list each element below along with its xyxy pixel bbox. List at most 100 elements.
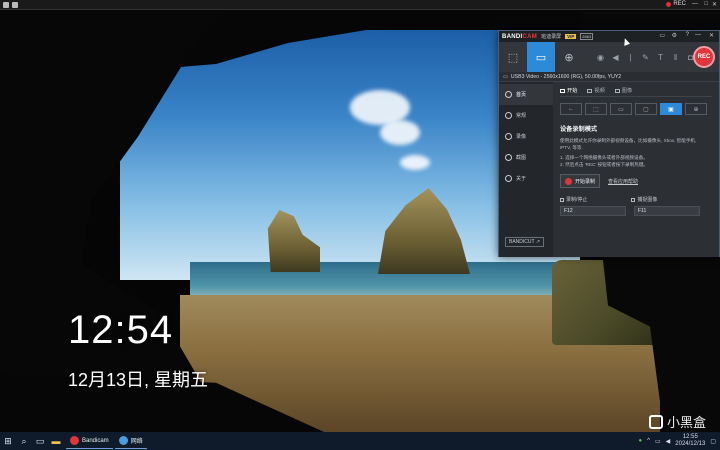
minimize-button[interactable]: — [692, 1, 698, 7]
webcam-button[interactable]: ◉ [593, 42, 608, 72]
taskbar: ⊞ ⌕ ▭ ▬ Bandicam 网络 ● ^ ▭ ◀ 12:55 2024/1… [0, 432, 720, 450]
microphone-icon: | [629, 52, 632, 62]
task-view-button[interactable]: ▭ [32, 432, 48, 450]
rec-indicator-label: REC [673, 1, 686, 7]
step-item: 2. 然后点击 'REC' 按钮或者按下录制热键。 [560, 162, 649, 167]
text-button[interactable]: T [653, 42, 668, 72]
bandicam-window: BANDICAM 班迪录屏 VIP 6963 ▭ ⚙ ? — ✕ ⬚ ▭ ⊕ ◉… [498, 30, 720, 257]
webcam-icon: ◉ [597, 52, 604, 62]
game-mode-button[interactable]: ⊕ [555, 42, 583, 72]
device-icon: ▭ [535, 51, 547, 64]
cloud [380, 120, 420, 145]
bandicam-titlebar[interactable]: BANDICAM 班迪录屏 VIP 6963 ▭ ⚙ ? — ✕ [499, 31, 719, 42]
device-info-bar[interactable]: ▭ USB3 Video - 2560x1600 (RG), 50.00fps,… [499, 72, 719, 82]
sidebar-item-general[interactable]: 常规 [499, 105, 553, 126]
tab-image[interactable]: 图像 [614, 87, 633, 94]
device-icon: ▣ [668, 106, 674, 113]
system-tray: ● ^ ▭ ◀ 12:55 2024/12/13 ▢ [639, 432, 716, 450]
help-link[interactable]: 查看应用帮助 [608, 178, 638, 185]
mode-device-button[interactable]: ▣ [660, 103, 682, 115]
hotkey-capture-checkbox[interactable]: 捕捉图像 [631, 196, 657, 203]
rec-dot-icon [666, 1, 672, 7]
device-info-text: USB3 Video - 2560x1600 (RG), 50.00fps, Y… [510, 73, 622, 80]
gamepad-icon: ⊕ [564, 51, 574, 64]
gear-icon[interactable]: ⚙ [672, 32, 677, 39]
shield-icon[interactable]: ● [639, 438, 643, 444]
hotkey-record-field[interactable]: F12 [560, 206, 626, 216]
checkbox-icon [631, 197, 636, 202]
mode-window-button[interactable]: ▢ [635, 103, 657, 115]
bandicam-close-button[interactable]: ✕ [709, 32, 714, 39]
close-button[interactable]: ✕ [712, 1, 717, 8]
speaker-button[interactable]: ◀ [608, 42, 623, 72]
bandicam-minimize-button[interactable]: — [695, 32, 701, 38]
help-icon[interactable]: ? [686, 32, 689, 38]
start-recording-label: 开始录制 [575, 178, 596, 185]
mode-back-button[interactable]: ← [560, 103, 582, 115]
tab-label: 图像 [621, 88, 633, 94]
rec-button[interactable]: REC [693, 46, 715, 68]
bandicam-logo: BANDICAM [502, 33, 538, 40]
draw-button[interactable]: ✎ [638, 42, 653, 72]
rectangle-select-icon: ⬚ [593, 106, 599, 113]
lock-clock: 12:54 [68, 308, 174, 352]
checkbox-icon [560, 197, 564, 202]
start-button[interactable]: ⊞ [0, 432, 16, 450]
hotkey-labels: 录制/停止 捕捉图像 [560, 196, 712, 203]
gamepad-icon: ⊕ [693, 106, 699, 113]
hotkey-record-checkbox[interactable]: 录制/停止 [560, 196, 587, 203]
hotkey-capture-field[interactable]: F11 [634, 206, 700, 216]
sidebar-item-label: 关于 [516, 176, 527, 182]
xiaoheihe-logo-icon [648, 414, 663, 429]
tab-label: 视频 [594, 88, 605, 94]
taskbar-app-network[interactable]: 网络 [114, 433, 147, 449]
screen-mode-button[interactable]: ⬚ [499, 42, 527, 72]
network-icon[interactable]: ▭ [655, 438, 661, 445]
video-tab-icon [587, 88, 593, 93]
maximize-button[interactable]: □ [704, 1, 708, 7]
volume-icon[interactable]: ◀ [666, 438, 671, 445]
folder-icon[interactable]: ▭ [659, 32, 665, 39]
sidebar-item-image[interactable]: 截图 [499, 147, 553, 168]
sidebar-item-label: 录像 [516, 134, 527, 140]
bandicam-main-panel: 开始 视频 图像 ← ⬚ ▭ ▢ ▣ ⊕ 设备录制模式 使用此模式允许你录制外部… [553, 82, 719, 257]
pause-icon: ‖ [673, 52, 678, 62]
window-select-icon: ▢ [643, 106, 649, 113]
arrow-left-icon: ← [568, 106, 574, 112]
notification-icon[interactable]: ▢ [710, 438, 716, 445]
hotkey-record-label: 录制/停止 [566, 197, 588, 203]
taskbar-clock[interactable]: 12:55 2024/12/13 [675, 434, 705, 448]
step-item: 1. 选择一个网络摄像头或者外部视频设备。 [560, 155, 648, 160]
video-icon [505, 133, 512, 140]
hotkey-fields: F12 F11 [560, 206, 712, 216]
tab-label: 开始 [567, 88, 578, 94]
lock-date: 12月13日, 星期五 [68, 370, 209, 390]
mic-button[interactable]: | [623, 42, 638, 72]
image-tab-icon [614, 88, 620, 93]
action-row: 开始录制 查看应用帮助 [560, 174, 712, 188]
task-view-icon: ▭ [35, 435, 45, 446]
mode-rect-button[interactable]: ⬚ [585, 103, 607, 115]
mode-fullscreen-button[interactable]: ▭ [610, 103, 632, 115]
tab-video[interactable]: 视频 [587, 87, 605, 94]
settings-icon[interactable] [12, 1, 18, 8]
device-mode-button[interactable]: ▭ [527, 42, 555, 72]
sidebar-item-home[interactable]: 首页 [499, 84, 553, 105]
image-icon [505, 154, 512, 161]
pause-button[interactable]: ‖ [668, 42, 683, 72]
bandicam-subtitle: 班迪录屏 [541, 34, 562, 40]
file-explorer-button[interactable]: ▬ [48, 432, 64, 450]
chevron-up-icon[interactable]: ^ [647, 438, 650, 444]
sidebar-item-label: 首页 [516, 92, 527, 98]
start-recording-button[interactable]: 开始录制 [560, 174, 601, 188]
taskbar-app-bandicam[interactable]: Bandicam [66, 433, 113, 449]
bandicut-button[interactable]: BANDICUT ↗ [505, 237, 545, 247]
tab-start[interactable]: 开始 [560, 87, 577, 94]
sidebar-item-video[interactable]: 录像 [499, 126, 553, 147]
mode-game-button[interactable]: ⊕ [685, 103, 707, 115]
sidebar-item-about[interactable]: 关于 [499, 168, 553, 189]
search-button[interactable]: ⌕ [16, 432, 32, 450]
watermark: 小黑盒 [648, 412, 706, 431]
clock-date: 2024/12/13 [675, 441, 706, 447]
window-icon[interactable] [3, 1, 9, 8]
